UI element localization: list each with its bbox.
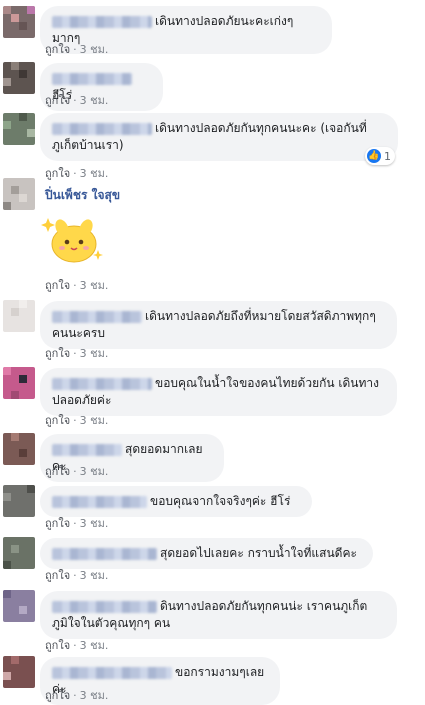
author-name-blurred[interactable] bbox=[52, 72, 132, 85]
reaction-count[interactable]: 👍 1 bbox=[365, 147, 395, 165]
like-link[interactable]: ถูกใจ bbox=[45, 465, 70, 478]
timestamp[interactable]: 3 ชม. bbox=[80, 639, 109, 652]
timestamp[interactable]: 3 ชม. bbox=[80, 517, 109, 530]
avatar[interactable] bbox=[3, 6, 35, 38]
comment-bubble: ขอบคุณจากใจจริงๆค่ะ ฮีโร่ bbox=[40, 486, 312, 517]
comment-actions: ถูกใจ · 3 ชม. bbox=[45, 94, 109, 107]
author-name-blurred[interactable] bbox=[52, 310, 142, 323]
author-name-blurred[interactable] bbox=[52, 15, 152, 28]
like-link[interactable]: ถูกใจ bbox=[45, 414, 70, 427]
avatar[interactable] bbox=[3, 656, 35, 688]
avatar[interactable] bbox=[3, 537, 35, 569]
like-link[interactable]: ถูกใจ bbox=[45, 43, 70, 56]
comment-actions: ถูกใจ · 3 ชม. bbox=[45, 43, 109, 56]
avatar[interactable] bbox=[3, 62, 35, 94]
timestamp[interactable]: 3 ชม. bbox=[80, 94, 109, 107]
like-link[interactable]: ถูกใจ bbox=[45, 347, 70, 360]
comment-actions: ถูกใจ · 3 ชม. bbox=[45, 689, 109, 702]
comment-bubble: เดินทางปลอดภัยถึงที่หมายโดยสวัสดิภาพทุกๆ… bbox=[40, 301, 397, 349]
like-link[interactable]: ถูกใจ bbox=[45, 94, 70, 107]
comment-actions: ถูกใจ · 3 ชม. bbox=[45, 279, 109, 292]
author-name-blurred[interactable] bbox=[52, 666, 172, 679]
comment-actions: ถูกใจ · 3 ชม. bbox=[45, 465, 109, 478]
comment-bubble: ดินทางปลอดภัยกันทุกคนน่ะ เราคนภูเก็ตภูมิ… bbox=[40, 591, 397, 639]
comment-bubble: สุดยอดไปเลยคะ กราบน้ำใจที่แสนดีคะ bbox=[40, 538, 373, 569]
like-link[interactable]: ถูกใจ bbox=[45, 167, 70, 180]
thumbs-up-icon: 👍 bbox=[367, 149, 381, 163]
author-name-blurred[interactable] bbox=[52, 377, 152, 390]
like-link[interactable]: ถูกใจ bbox=[45, 517, 70, 530]
author-name-blurred[interactable] bbox=[52, 495, 147, 508]
timestamp[interactable]: 3 ชม. bbox=[80, 279, 109, 292]
yellow-chick-sticker bbox=[41, 218, 103, 263]
author-name-blurred[interactable] bbox=[52, 600, 157, 613]
avatar[interactable] bbox=[3, 485, 35, 517]
like-link[interactable]: ถูกใจ bbox=[45, 569, 70, 582]
comment-actions: ถูกใจ · 3 ชม. bbox=[45, 347, 109, 360]
comment-text: สุดยอดไปเลยคะ กราบน้ำใจที่แสนดีคะ bbox=[160, 546, 357, 560]
comment-bubble: เดินทางปลอดภัยกันทุกคนนะคะ (เจอกันที่ภูเ… bbox=[40, 113, 398, 161]
comment-actions: ถูกใจ · 3 ชม. bbox=[45, 414, 109, 427]
avatar[interactable] bbox=[3, 300, 35, 332]
timestamp[interactable]: 3 ชม. bbox=[80, 465, 109, 478]
timestamp[interactable]: 3 ชม. bbox=[80, 347, 109, 360]
comment-actions: ถูกใจ · 3 ชม. bbox=[45, 167, 109, 180]
author-name-blurred[interactable] bbox=[52, 122, 152, 135]
comment-actions: ถูกใจ · 3 ชม. bbox=[45, 517, 109, 530]
timestamp[interactable]: 3 ชม. bbox=[80, 414, 109, 427]
comment-text: ขอบคุณจากใจจริงๆค่ะ ฮีโร่ bbox=[150, 494, 291, 508]
timestamp[interactable]: 3 ชม. bbox=[80, 167, 109, 180]
like-link[interactable]: ถูกใจ bbox=[45, 639, 70, 652]
avatar[interactable] bbox=[3, 367, 35, 399]
avatar[interactable] bbox=[3, 590, 35, 622]
comment-actions: ถูกใจ · 3 ชม. bbox=[45, 569, 109, 582]
avatar[interactable] bbox=[3, 113, 35, 145]
avatar[interactable] bbox=[3, 178, 35, 210]
author-name-blurred[interactable] bbox=[52, 547, 157, 560]
comment-actions: ถูกใจ · 3 ชม. bbox=[45, 639, 109, 652]
timestamp[interactable]: 3 ชม. bbox=[80, 43, 109, 56]
avatar[interactable] bbox=[3, 433, 35, 465]
comment-bubble: ขอบคุณในน้ำใจของคนไทยด้วยกัน เดินทางปลอด… bbox=[40, 368, 397, 416]
timestamp[interactable]: 3 ชม. bbox=[80, 569, 109, 582]
like-link[interactable]: ถูกใจ bbox=[45, 279, 70, 292]
author-name-blurred[interactable] bbox=[52, 443, 122, 456]
author-name[interactable]: ปิ่นเพ็ชร ใจสุข bbox=[45, 186, 120, 205]
